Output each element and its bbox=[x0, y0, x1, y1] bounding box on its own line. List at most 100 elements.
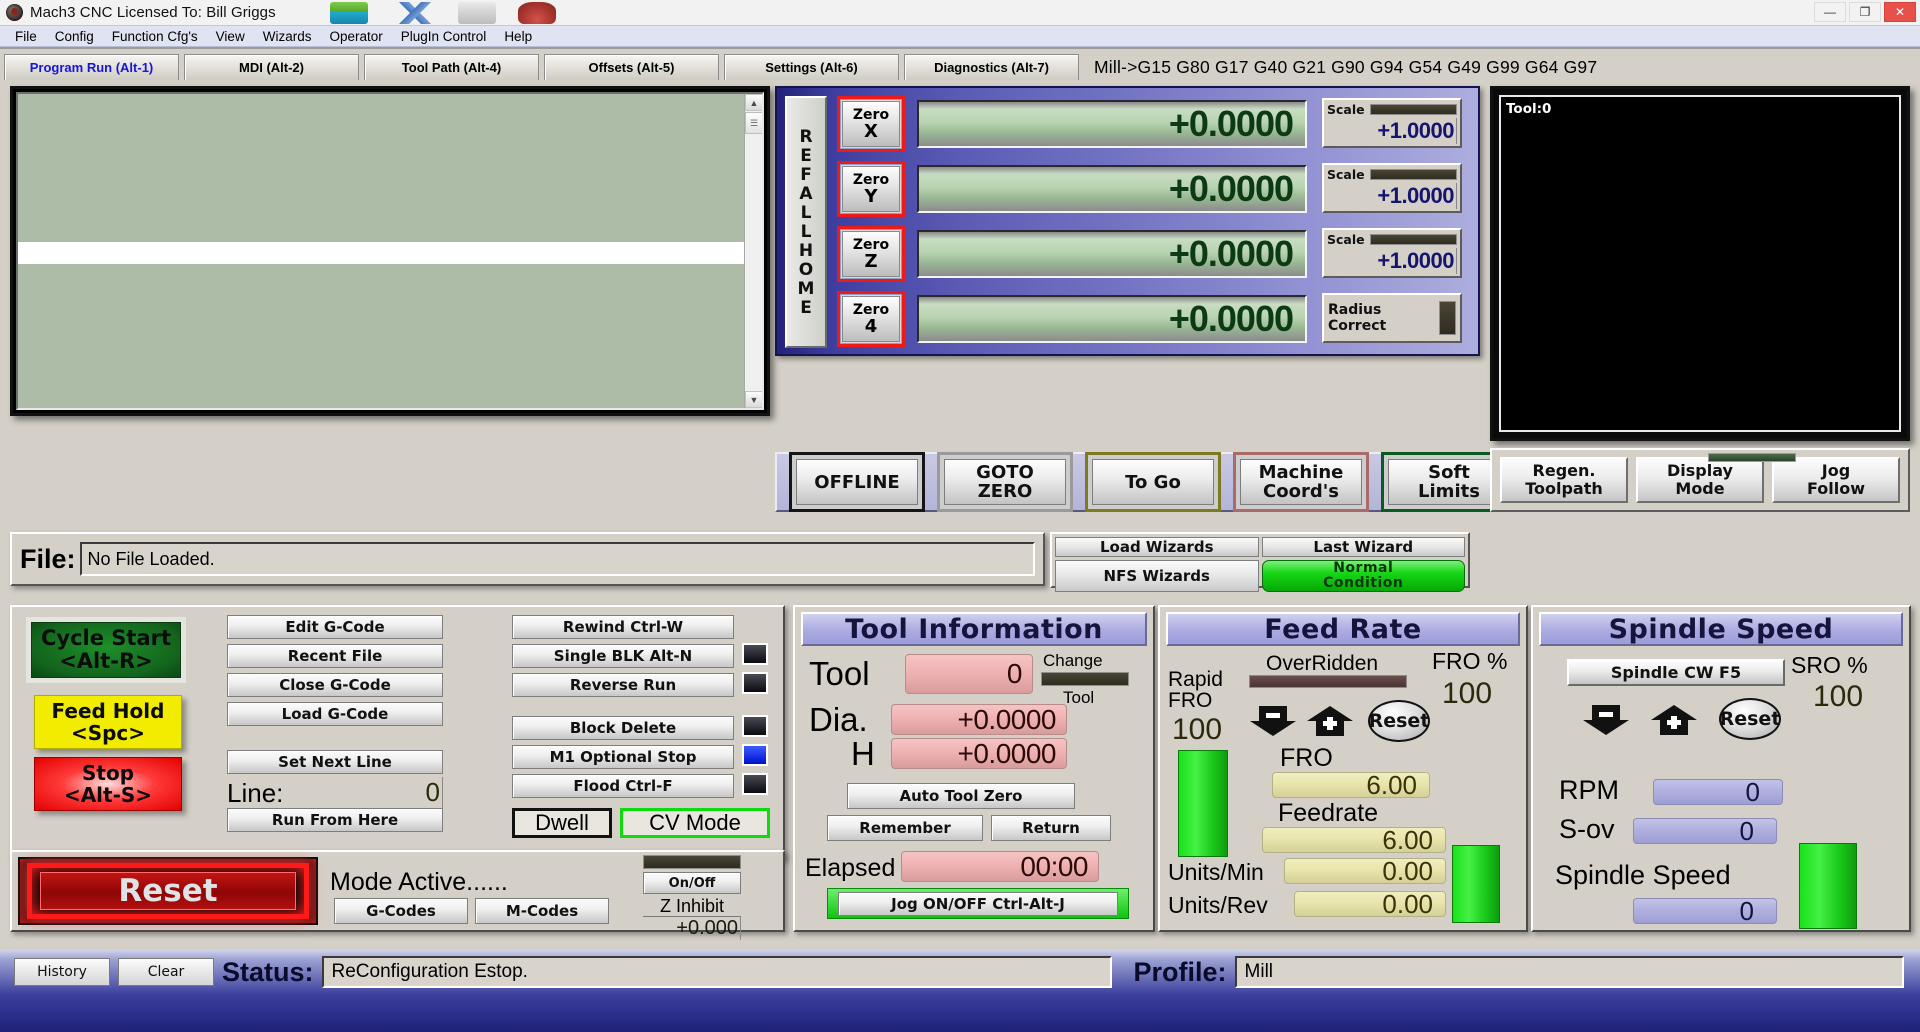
offline-button[interactable]: OFFLINE bbox=[796, 459, 918, 505]
fro-minus-button[interactable] bbox=[1248, 704, 1298, 738]
z-inhibit-on-off-button[interactable]: On/Off bbox=[643, 872, 741, 894]
tab-mdi[interactable]: MDI (Alt-2) bbox=[184, 54, 359, 80]
line-number-field[interactable]: 0 bbox=[289, 777, 443, 809]
gcode-scrollbar[interactable]: ▲ ☰ ▼ bbox=[744, 94, 762, 408]
zero-y-button[interactable]: Zero Y bbox=[837, 161, 905, 217]
close-gcode-button[interactable]: Close G-Code bbox=[227, 673, 443, 697]
tool-dia-dro[interactable]: +0.0000 bbox=[891, 704, 1067, 735]
dwell-indicator[interactable]: Dwell bbox=[512, 808, 612, 838]
window-controls[interactable]: — ❐ ✕ bbox=[1814, 2, 1916, 22]
feedrate-dro[interactable]: 6.00 bbox=[1262, 825, 1446, 855]
load-gcode-button[interactable]: Load G-Code bbox=[227, 702, 443, 726]
tab-program-run[interactable]: Program Run (Alt-1) bbox=[4, 54, 179, 80]
return-button[interactable]: Return bbox=[991, 815, 1111, 841]
m-codes-button[interactable]: M-Codes bbox=[475, 898, 609, 924]
tab-offsets[interactable]: Offsets (Alt-5) bbox=[544, 54, 719, 80]
cycle-start-button[interactable]: Cycle Start <Alt-R> bbox=[26, 617, 186, 683]
dro-z-value[interactable]: +0.0000 bbox=[917, 230, 1307, 278]
regen-toolpath-button[interactable]: Regen. Toolpath bbox=[1500, 457, 1628, 503]
sro-reset-button[interactable]: Reset bbox=[1719, 698, 1781, 740]
dro-y-value[interactable]: +0.0000 bbox=[917, 165, 1307, 213]
stop-button[interactable]: Stop <Alt-S> bbox=[34, 757, 182, 811]
minimize-button[interactable]: — bbox=[1814, 2, 1846, 22]
menu-item-wizards[interactable]: Wizards bbox=[254, 28, 321, 45]
toolpath-canvas[interactable]: Tool:0 bbox=[1499, 95, 1901, 432]
machine-coords-button-frame[interactable]: Machine Coord's bbox=[1233, 452, 1369, 512]
offline-button-frame[interactable]: OFFLINE bbox=[789, 452, 925, 512]
reverse-run-button[interactable]: Reverse Run bbox=[512, 673, 734, 697]
ref-all-home-button[interactable]: R E F A L L H O M E bbox=[785, 96, 827, 348]
flood-button[interactable]: Flood Ctrl-F bbox=[512, 774, 734, 798]
menu-item-view[interactable]: View bbox=[207, 28, 254, 45]
reset-button[interactable]: Reset bbox=[18, 857, 318, 925]
last-wizard-button[interactable]: Last Wizard bbox=[1261, 537, 1465, 557]
dro-panel: R E F A L L H O M E Zero X +0.0000 Scale… bbox=[775, 86, 1480, 356]
scale-y-box[interactable]: Scale +1.0000 bbox=[1322, 163, 1462, 213]
display-mode-button[interactable]: Display Mode bbox=[1636, 457, 1764, 503]
jog-follow-button[interactable]: Jog Follow bbox=[1772, 457, 1900, 503]
radius-correct-button[interactable]: Radius Correct bbox=[1322, 293, 1462, 343]
scale-z-box[interactable]: Scale +1.0000 bbox=[1322, 228, 1462, 278]
auto-tool-zero-button[interactable]: Auto Tool Zero bbox=[847, 783, 1075, 809]
modal-gcode-status-line: Mill->G15 G80 G17 G40 G21 G90 G94 G54 G4… bbox=[1094, 57, 1598, 77]
dro-a-value[interactable]: +0.0000 bbox=[917, 295, 1307, 343]
menu-item-plugin-control[interactable]: PlugIn Control bbox=[392, 28, 496, 45]
scrollbar-thumb[interactable]: ☰ bbox=[745, 112, 762, 134]
menu-item-function-cfgs[interactable]: Function Cfg's bbox=[103, 28, 207, 45]
to-go-button-frame[interactable]: To Go bbox=[1085, 452, 1221, 512]
tool-number-dro[interactable]: 0 bbox=[905, 654, 1033, 694]
menu-item-help[interactable]: Help bbox=[495, 28, 541, 45]
rewind-button[interactable]: Rewind Ctrl-W bbox=[512, 615, 734, 639]
menu-item-file[interactable]: File bbox=[6, 28, 46, 45]
machine-coords-button[interactable]: Machine Coord's bbox=[1240, 459, 1362, 505]
scroll-up-icon[interactable]: ▲ bbox=[745, 94, 762, 111]
set-next-line-button[interactable]: Set Next Line bbox=[227, 750, 443, 774]
tab-settings[interactable]: Settings (Alt-6) bbox=[724, 54, 899, 80]
run-from-here-button[interactable]: Run From Here bbox=[227, 808, 443, 832]
block-delete-button[interactable]: Block Delete bbox=[512, 716, 734, 740]
jog-onoff-button-frame[interactable]: Jog ON/OFF Ctrl-Alt-J bbox=[827, 888, 1129, 919]
recent-file-button[interactable]: Recent File bbox=[227, 644, 443, 668]
gcode-listing[interactable]: ▲ ☰ ▼ bbox=[16, 92, 764, 410]
scale-x-box[interactable]: Scale +1.0000 bbox=[1322, 98, 1462, 148]
status-message-field: ReConfiguration Estop. bbox=[321, 956, 1112, 988]
fro-dro[interactable]: 6.00 bbox=[1272, 770, 1430, 800]
spindle-cw-button[interactable]: Spindle CW F5 bbox=[1567, 659, 1785, 686]
dro-x-value[interactable]: +0.0000 bbox=[917, 100, 1307, 148]
tab-diagnostics[interactable]: Diagnostics (Alt-7) bbox=[904, 54, 1079, 80]
remember-button[interactable]: Remember bbox=[827, 815, 983, 841]
fro-reset-button[interactable]: Reset bbox=[1368, 700, 1430, 742]
cv-mode-indicator[interactable]: CV Mode bbox=[620, 808, 770, 838]
tab-tool-path[interactable]: Tool Path (Alt-4) bbox=[364, 54, 539, 80]
sro-plus-button[interactable] bbox=[1649, 703, 1699, 737]
file-name-field[interactable]: No File Loaded. bbox=[79, 542, 1035, 576]
scroll-down-icon[interactable]: ▼ bbox=[745, 391, 762, 408]
spindle-speed-panel: Spindle Speed Spindle CW F5 SRO % 100 Re… bbox=[1531, 605, 1911, 932]
edit-gcode-button[interactable]: Edit G-Code bbox=[227, 615, 443, 639]
z-inhibit-value[interactable]: +0.000 bbox=[643, 916, 741, 940]
to-go-button[interactable]: To Go bbox=[1092, 459, 1214, 505]
menu-item-config[interactable]: Config bbox=[46, 28, 103, 45]
goto-zero-button[interactable]: GOTO ZERO bbox=[944, 459, 1066, 505]
goto-zero-button-frame[interactable]: GOTO ZERO bbox=[937, 452, 1073, 512]
normal-condition-indicator[interactable]: Normal Condition bbox=[1261, 560, 1465, 592]
feed-hold-button[interactable]: Feed Hold <Spc> bbox=[34, 695, 182, 749]
close-button[interactable]: ✕ bbox=[1884, 2, 1916, 22]
clear-button[interactable]: Clear bbox=[118, 958, 214, 986]
zero-4-button[interactable]: Zero 4 bbox=[837, 291, 905, 347]
fro-plus-button[interactable] bbox=[1305, 704, 1355, 738]
jog-onoff-button[interactable]: Jog ON/OFF Ctrl-Alt-J bbox=[838, 891, 1118, 916]
history-button[interactable]: History bbox=[14, 958, 110, 986]
maximize-button[interactable]: ❐ bbox=[1849, 2, 1881, 22]
tool-h-dro[interactable]: +0.0000 bbox=[891, 738, 1067, 769]
single-block-button[interactable]: Single BLK Alt-N bbox=[512, 644, 734, 668]
menu-item-operator[interactable]: Operator bbox=[320, 28, 391, 45]
m1-optional-stop-button[interactable]: M1 Optional Stop bbox=[512, 745, 734, 769]
zero-x-button[interactable]: Zero X bbox=[837, 96, 905, 152]
g-codes-button[interactable]: G-Codes bbox=[334, 898, 468, 924]
zero-z-button[interactable]: Zero Z bbox=[837, 226, 905, 282]
zero-y-label-axis: Y bbox=[864, 185, 878, 207]
nfs-wizards-button[interactable]: NFS Wizards bbox=[1055, 560, 1259, 592]
sro-minus-button[interactable] bbox=[1581, 703, 1631, 737]
load-wizards-button[interactable]: Load Wizards bbox=[1055, 537, 1259, 557]
